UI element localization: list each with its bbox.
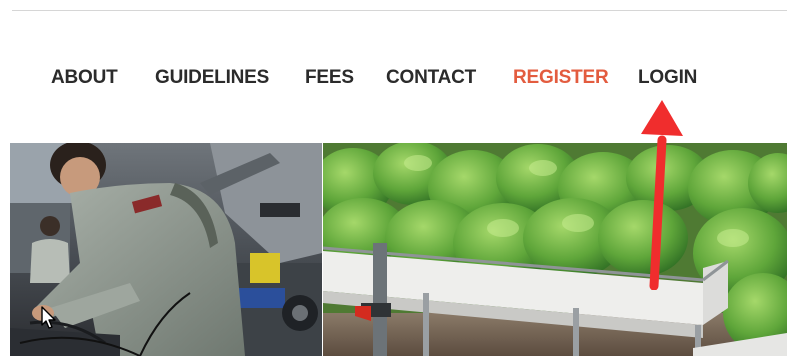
annotation-arrow-icon bbox=[628, 96, 688, 295]
nav-register-link[interactable]: REGISTER bbox=[513, 66, 609, 90]
header-divider bbox=[12, 10, 787, 11]
nav-about-link[interactable]: ABOUT bbox=[51, 66, 118, 90]
nav-login-link[interactable]: LOGIN bbox=[638, 66, 697, 90]
main-navigation: ABOUT GUIDELINES FEES CONTACT REGISTER L… bbox=[0, 66, 787, 92]
nav-fees-link[interactable]: FEES bbox=[305, 66, 354, 90]
page: ABOUT GUIDELINES FEES CONTACT REGISTER L… bbox=[0, 0, 787, 356]
mouse-cursor-icon bbox=[41, 306, 57, 335]
nav-contact-link[interactable]: CONTACT bbox=[386, 66, 476, 90]
hydroponic-lettuce-photo bbox=[323, 143, 787, 356]
nav-guidelines-link[interactable]: GUIDELINES bbox=[155, 66, 269, 90]
